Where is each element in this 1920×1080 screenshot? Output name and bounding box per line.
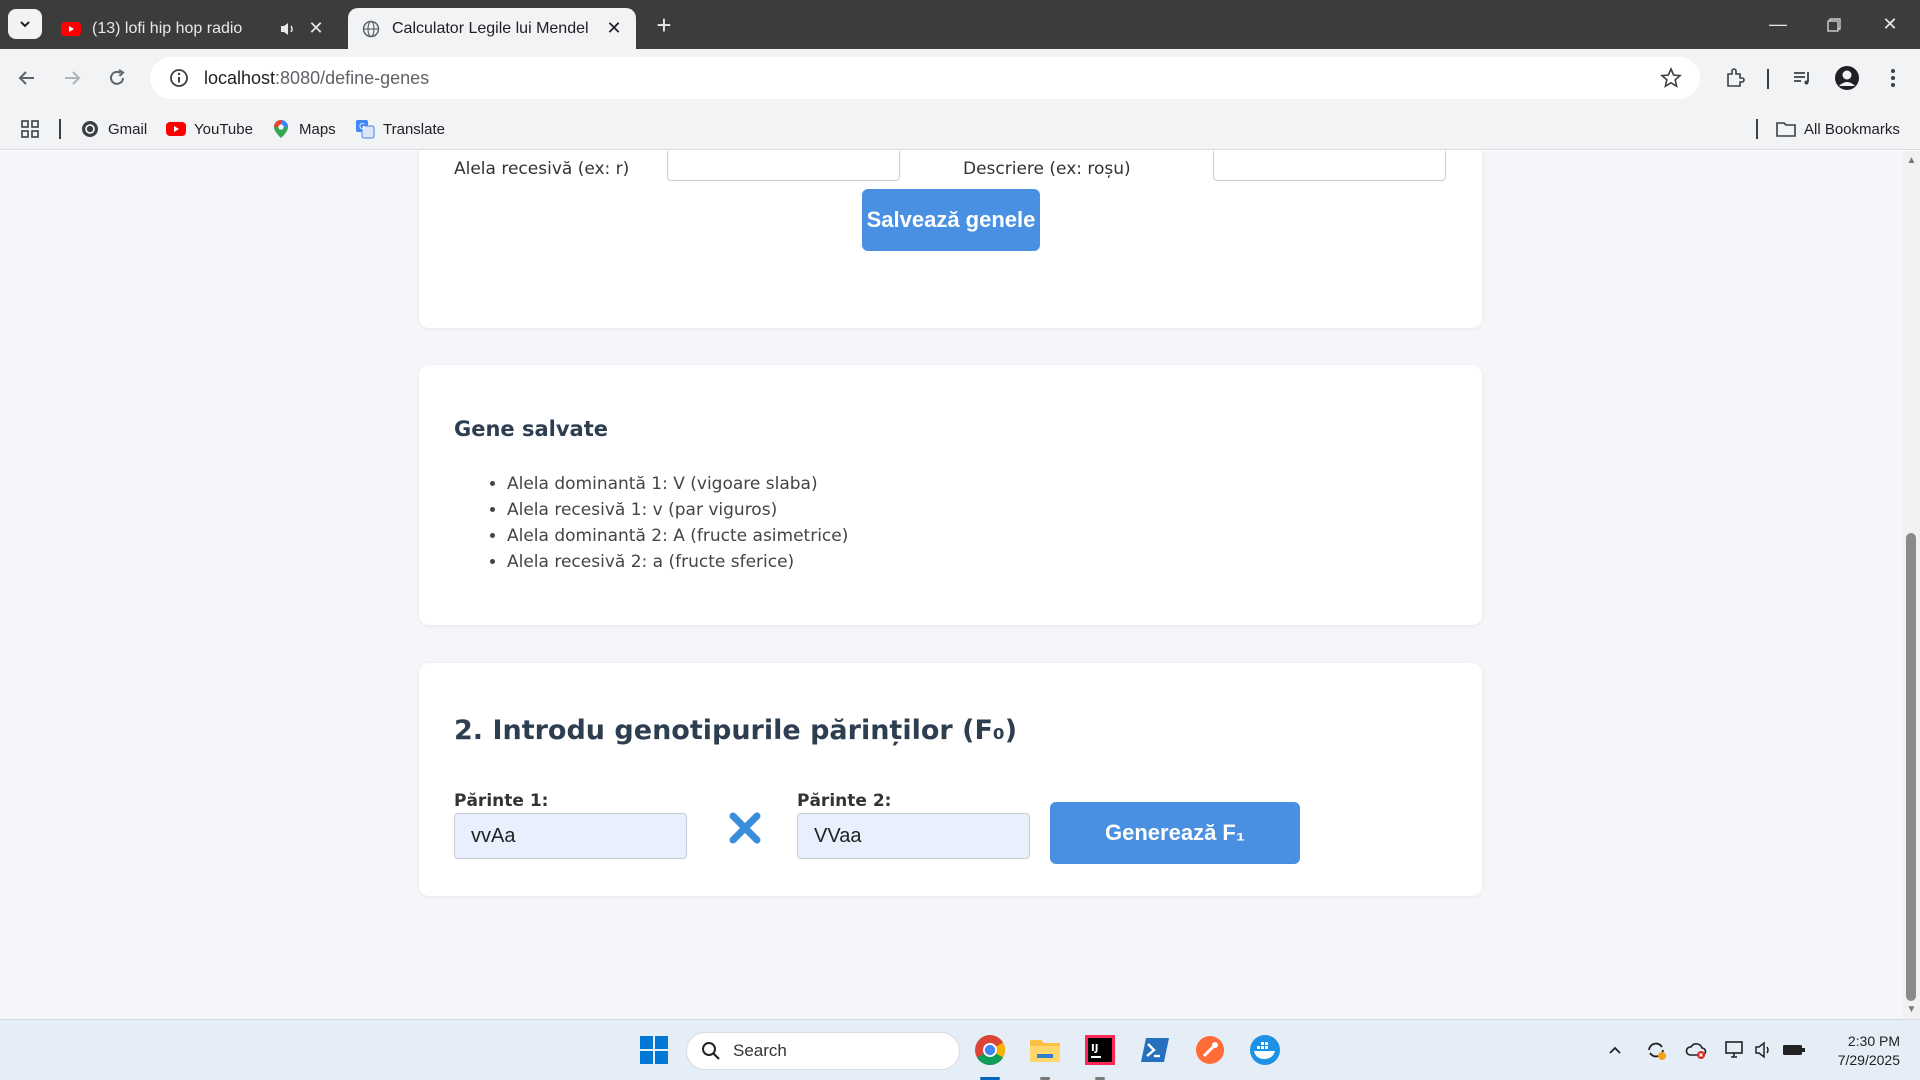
bookmarks-divider <box>59 119 61 139</box>
section-title: 2. Introdu genotipurile părinților (F₀) <box>454 715 1018 746</box>
youtube-icon <box>60 18 82 40</box>
toolbar-divider <box>1767 69 1769 89</box>
translate-icon: G <box>355 119 375 139</box>
saved-genes-title: Gene salvate <box>454 417 608 441</box>
more-menu-icon[interactable] <box>1878 63 1908 93</box>
svg-text:G: G <box>359 122 365 131</box>
postman-icon[interactable] <box>1190 1030 1230 1070</box>
close-tab-icon[interactable]: ✕ <box>306 18 326 39</box>
parent2-genotype-input[interactable] <box>797 813 1030 859</box>
globe-icon <box>360 18 382 40</box>
list-item: Alela dominantă 1: V (vigoare slaba) <box>507 471 848 497</box>
save-genes-button[interactable]: Salvează genele <box>862 189 1040 251</box>
folder-icon <box>1776 119 1796 139</box>
tab-title: Calculator Legile lui Mendel <box>392 19 589 37</box>
speaker-icon[interactable] <box>278 19 298 39</box>
url-path: :8080/define-genes <box>275 67 430 88</box>
parent-genotypes-card: 2. Introdu genotipurile părinților (F₀) … <box>419 663 1482 896</box>
scroll-up-icon[interactable]: ▲ <box>1906 155 1917 166</box>
powershell-icon[interactable] <box>1135 1030 1175 1070</box>
windows-start-icon[interactable] <box>634 1030 674 1070</box>
parent2-label: Părinte 2: <box>797 791 892 811</box>
battery-icon[interactable] <box>1782 1038 1806 1062</box>
page-scrollbar[interactable]: ▲ ▼ <box>1903 151 1920 1019</box>
parent1-genotype-input[interactable] <box>454 813 687 859</box>
cloud-error-icon[interactable] <box>1684 1038 1708 1062</box>
windows-taskbar: Search IJ 2:30 PM 7/29/2025 <box>0 1019 1920 1080</box>
parent1-label: Părinte 1: <box>454 791 549 811</box>
svg-text:IJ: IJ <box>1091 1043 1098 1054</box>
list-item: Alela recesivă 2: a (fructe sferice) <box>507 549 848 575</box>
search-icon <box>699 1039 723 1063</box>
bookmark-youtube[interactable]: YouTube <box>166 116 253 142</box>
saved-genes-list: Alela dominantă 1: V (vigoare slaba) Ale… <box>479 471 848 575</box>
system-clock[interactable]: 2:30 PM 7/29/2025 <box>1810 1032 1900 1070</box>
tab-search-button[interactable] <box>8 9 42 39</box>
description-input[interactable] <box>1213 151 1446 181</box>
close-tab-icon[interactable]: ✕ <box>604 18 624 39</box>
gmail-icon <box>80 119 100 139</box>
list-item: Alela dominantă 2: A (fructe asimetrice) <box>507 523 848 549</box>
bookmark-star-icon[interactable] <box>1658 65 1684 91</box>
define-genes-card: Alela recesivă (ex: r) Descriere (ex: ro… <box>419 151 1482 328</box>
media-controls-icon[interactable] <box>1787 63 1817 93</box>
bookmark-label: Translate <box>383 120 445 138</box>
bookmarks-divider <box>1756 119 1758 139</box>
page-viewport: Alela recesivă (ex: r) Descriere (ex: ro… <box>0 151 1920 1019</box>
docker-icon[interactable] <box>1245 1030 1285 1070</box>
bookmark-label: Gmail <box>108 120 148 138</box>
bookmark-label: YouTube <box>194 120 253 138</box>
site-info-icon[interactable] <box>164 63 194 93</box>
volume-icon[interactable] <box>1752 1038 1776 1062</box>
url-host: localhost <box>204 67 276 88</box>
back-arrow-icon[interactable] <box>12 63 42 93</box>
clock-time: 2:30 PM <box>1847 1033 1900 1049</box>
tab-mendel-calculator[interactable]: Calculator Legile lui Mendel ✕ <box>348 8 636 49</box>
scroll-down-icon[interactable]: ▼ <box>1906 1004 1917 1015</box>
chevron-down-icon <box>20 21 30 28</box>
list-item: Alela recesivă 1: v (par viguros) <box>507 497 848 523</box>
extensions-icon[interactable] <box>1720 63 1750 93</box>
chrome-icon[interactable] <box>970 1030 1010 1070</box>
clock-date: 7/29/2025 <box>1837 1052 1900 1068</box>
tab-title: (13) lofi hip hop radio <box>92 19 243 37</box>
intellij-icon[interactable]: IJ <box>1080 1030 1120 1070</box>
reload-icon[interactable] <box>102 63 132 93</box>
display-network-icon[interactable] <box>1723 1038 1747 1062</box>
forward-arrow-icon[interactable] <box>57 63 87 93</box>
maps-icon <box>271 119 291 139</box>
recessive-allele-input[interactable] <box>667 151 900 181</box>
cross-icon <box>729 812 761 844</box>
restore-icon[interactable] <box>1806 0 1862 49</box>
youtube-icon <box>166 119 186 139</box>
bookmark-label: Maps <box>299 120 336 138</box>
apps-grid-icon[interactable] <box>20 116 40 142</box>
bookmark-maps[interactable]: Maps <box>271 116 336 142</box>
bookmarks-bar: Gmail YouTube Maps G Translate All Bookm… <box>0 107 1920 150</box>
chevron-up-icon[interactable] <box>1603 1038 1627 1062</box>
address-bar[interactable]: localhost:8080/define-genes <box>150 57 1700 99</box>
profile-avatar[interactable] <box>1832 63 1862 93</box>
close-window-icon[interactable]: ✕ <box>1862 0 1918 49</box>
generate-f1-button[interactable]: Generează F₁ <box>1050 802 1300 864</box>
url-text: localhost:8080/define-genes <box>204 68 429 89</box>
all-bookmarks-button[interactable]: All Bookmarks <box>1776 116 1900 142</box>
description-label: Descriere (ex: roșu) <box>963 159 1131 179</box>
browser-tab-bar: (13) lofi hip hop radio ✕ Calculator Leg… <box>0 0 1920 49</box>
recessive-allele-label: Alela recesivă (ex: r) <box>454 159 630 179</box>
taskbar-search[interactable]: Search <box>686 1032 960 1070</box>
browser-toolbar: localhost:8080/define-genes <box>0 49 1920 107</box>
bookmark-translate[interactable]: G Translate <box>355 116 445 142</box>
search-placeholder: Search <box>733 1041 787 1060</box>
saved-genes-card: Gene salvate Alela dominantă 1: V (vigoa… <box>419 365 1482 625</box>
scrollbar-thumb[interactable] <box>1906 533 1916 1001</box>
tab-lofi-radio[interactable]: (13) lofi hip hop radio ✕ <box>48 8 338 49</box>
minimize-icon[interactable]: — <box>1750 0 1806 49</box>
bookmark-gmail[interactable]: Gmail <box>80 116 147 142</box>
file-explorer-icon[interactable] <box>1025 1030 1065 1070</box>
sync-icon[interactable] <box>1644 1038 1668 1062</box>
all-bookmarks-label: All Bookmarks <box>1804 120 1900 138</box>
new-tab-button[interactable]: + <box>650 11 678 39</box>
